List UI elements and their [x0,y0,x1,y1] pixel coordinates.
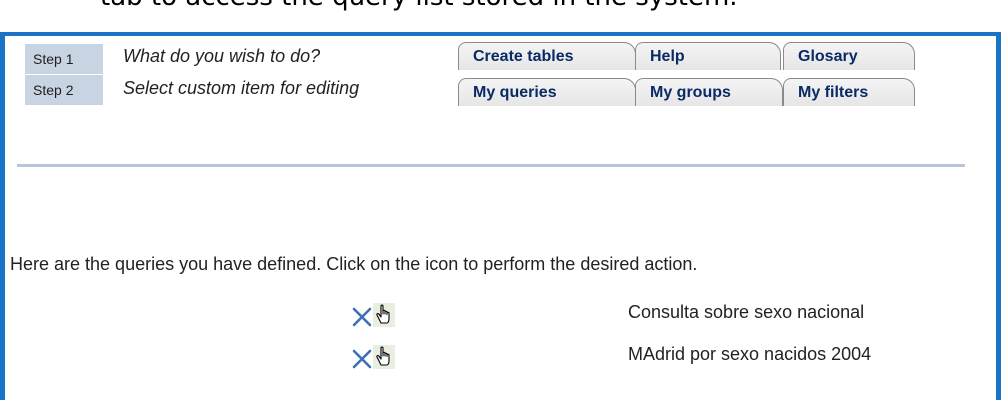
step-2-description: Select custom item for editing [123,78,360,98]
delete-x-icon[interactable] [351,348,373,370]
tab-help[interactable]: Help [635,42,781,70]
query-name[interactable]: Consulta sobre sexo nacional [628,302,864,323]
hand-pointer-icon[interactable] [373,302,395,328]
tab-glosary[interactable]: Glosary [783,42,915,70]
tab-my-groups[interactable]: My groups [635,78,783,106]
hand-pointer-icon[interactable] [373,344,395,370]
intro-text: Here are the queries you have defined. C… [10,254,698,274]
step-1-description: What do you wish to do? [123,46,321,66]
step-2-label: Step 2 [25,75,103,105]
section-divider [17,164,965,167]
caption-text: tab to access the query list stored in t… [100,0,738,12]
query-panel: Step 1 What do you wish to do? Step 2 Se… [0,32,1001,400]
tab-my-queries[interactable]: My queries [458,78,636,106]
tab-create-tables[interactable]: Create tables [458,42,636,70]
step-1-label: Step 1 [25,44,103,74]
query-name[interactable]: MAdrid por sexo nacidos 2004 [628,344,871,365]
tab-my-filters[interactable]: My filters [783,78,915,106]
delete-x-icon[interactable] [351,306,373,328]
